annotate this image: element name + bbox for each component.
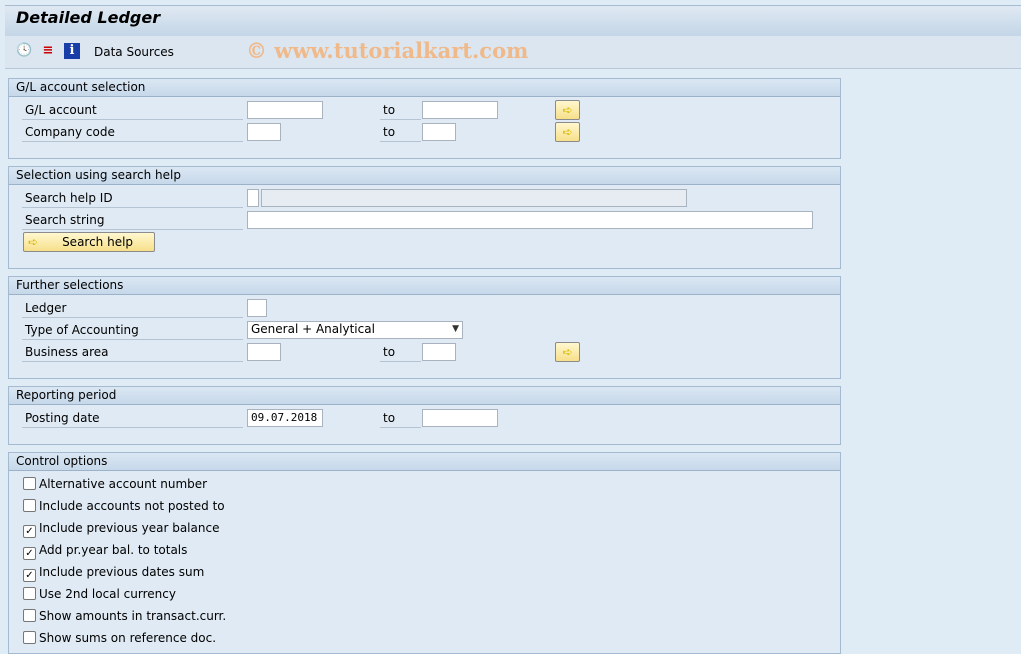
checkbox-unchecked[interactable] [23, 587, 36, 600]
checkbox-option[interactable]: ✓ Include previous year balance [23, 519, 220, 538]
checkbox-label: Add pr.year bal. to totals [39, 543, 188, 557]
ledger-label: Ledger [22, 299, 243, 318]
arrow-right-icon: ➪ [28, 235, 39, 249]
checkbox-checked[interactable]: ✓ [23, 569, 36, 582]
search-help-id-label: Search help ID [22, 189, 243, 208]
checkbox-label: Use 2nd local currency [39, 587, 176, 601]
group-header: G/L account selection [9, 79, 840, 97]
checkbox-label: Include previous dates sum [39, 565, 205, 579]
posting-date-from-input[interactable]: 09.07.2018 [247, 409, 323, 427]
reporting-period-group: Reporting period Posting date 09.07.2018… [8, 386, 841, 445]
company-code-label: Company code [22, 123, 243, 142]
to-label: to [380, 343, 421, 362]
type-of-accounting-dropdown[interactable]: General + Analytical ▼ [247, 321, 463, 339]
checkbox-label: Include previous year balance [39, 521, 220, 535]
watermark: © www.tutorialkart.com [246, 38, 529, 63]
search-help-button[interactable]: ➪ Search help [23, 232, 155, 252]
checkbox-option[interactable]: ✓ Add pr.year bal. to totals [23, 541, 188, 560]
group-header: Further selections [9, 277, 840, 295]
checkbox-label: Include accounts not posted to [39, 499, 225, 513]
checkbox-unchecked[interactable] [23, 477, 36, 490]
multiple-selection-button[interactable]: ➪ [555, 122, 580, 142]
search-help-group: Selection using search help Search help … [8, 166, 841, 269]
group-header: Control options [9, 453, 840, 471]
business-area-from-input[interactable] [247, 343, 281, 361]
checkbox-label: Alternative account number [39, 477, 208, 491]
multiple-selection-button[interactable]: ➪ [555, 100, 580, 120]
search-string-input[interactable] [247, 211, 813, 229]
further-selections-group: Further selections Ledger Type of Accoun… [8, 276, 841, 379]
selection-options-icon[interactable]: ≡ [40, 43, 56, 59]
checkbox-option[interactable]: ✓ Include previous dates sum [23, 563, 205, 582]
search-help-description [261, 189, 687, 207]
group-header: Selection using search help [9, 167, 840, 185]
arrow-right-icon: ➪ [562, 345, 573, 359]
execute-clock-icon[interactable]: 🕓 [16, 43, 32, 59]
multiple-selection-button[interactable]: ➪ [555, 342, 580, 362]
business-area-label: Business area [22, 343, 243, 362]
gl-account-from-input[interactable] [247, 101, 323, 119]
search-string-label: Search string [22, 211, 243, 230]
posting-date-to-input[interactable] [422, 409, 498, 427]
gl-account-selection-group: G/L account selection G/L account to ➪ C… [8, 78, 841, 159]
search-help-id-input[interactable] [247, 189, 259, 207]
arrow-right-icon: ➪ [562, 125, 573, 139]
checkbox-option[interactable]: Show sums on reference doc. [23, 629, 216, 647]
control-options-group: Control options Alternative account numb… [8, 452, 841, 654]
group-header: Reporting period [9, 387, 840, 405]
gl-account-to-input[interactable] [422, 101, 498, 119]
company-code-from-input[interactable] [247, 123, 281, 141]
checkbox-option[interactable]: Include accounts not posted to [23, 497, 225, 515]
checkbox-unchecked[interactable] [23, 631, 36, 644]
ledger-input[interactable] [247, 299, 267, 317]
dropdown-value: General + Analytical [251, 322, 375, 336]
posting-date-label: Posting date [22, 409, 243, 428]
business-area-to-input[interactable] [422, 343, 456, 361]
checkbox-label: Show amounts in transact.curr. [39, 609, 227, 623]
checkbox-checked[interactable]: ✓ [23, 525, 36, 538]
checkbox-unchecked[interactable] [23, 609, 36, 622]
to-label: to [380, 101, 421, 120]
data-sources-button[interactable]: Data Sources [94, 45, 174, 59]
to-label: to [380, 409, 421, 428]
search-help-button-label: Search help [62, 235, 134, 249]
checkbox-label: Show sums on reference doc. [39, 631, 217, 645]
arrow-right-icon: ➪ [562, 103, 573, 117]
checkbox-option[interactable]: Alternative account number [23, 475, 207, 493]
checkbox-option[interactable]: Show amounts in transact.curr. [23, 607, 226, 625]
checkbox-checked[interactable]: ✓ [23, 547, 36, 560]
chevron-down-icon[interactable]: ▼ [452, 323, 459, 335]
checkbox-unchecked[interactable] [23, 499, 36, 512]
page-title: Detailed Ledger [16, 8, 161, 27]
gl-account-label: G/L account [22, 101, 243, 120]
to-label: to [380, 123, 421, 142]
company-code-to-input[interactable] [422, 123, 456, 141]
type-of-accounting-label: Type of Accounting [22, 321, 243, 340]
information-icon[interactable]: i [64, 43, 80, 59]
checkbox-option[interactable]: Use 2nd local currency [23, 585, 176, 603]
